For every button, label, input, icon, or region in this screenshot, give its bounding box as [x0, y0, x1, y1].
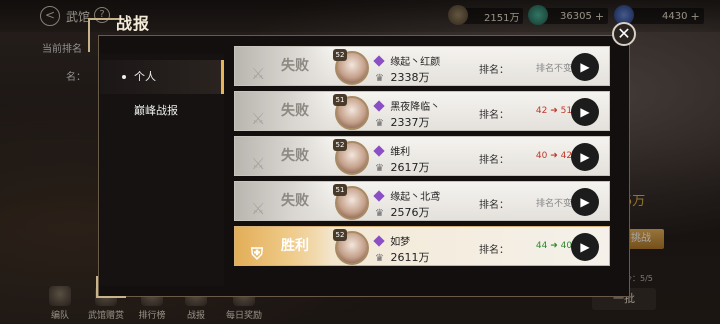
rank-arrow-icon: ➜ — [550, 241, 561, 251]
power-icon: ♛ — [375, 208, 384, 219]
level-badge: 51 — [333, 94, 347, 106]
result-label: 失败 — [281, 103, 309, 119]
report-row: ⛨ 胜利 52 如梦 ♛ 2611万 排名： 44 ➜ 40 ▶ — [234, 226, 610, 266]
result-label: 失败 — [281, 193, 309, 209]
result-badge: ⚔ 失败 — [235, 137, 331, 175]
player-name: 维利 — [373, 143, 411, 158]
rank-label: 排名： — [479, 155, 509, 166]
level-badge: 52 — [333, 49, 347, 61]
power-value: ♛ 2611万 — [375, 249, 429, 265]
dot-icon — [122, 75, 126, 79]
vip-gem-icon — [373, 190, 385, 202]
report-list[interactable]: ⚔ 失败 52 缘起丶红颜 ♛ 2338万 排名： 排名不变 ▶ ⚔ 失败 51 — [234, 42, 612, 286]
result-label: 失败 — [281, 148, 309, 164]
result-badge: ⚔ 失败 — [235, 47, 331, 85]
power-icon: ♛ — [375, 253, 384, 264]
level-badge: 51 — [333, 184, 347, 196]
camera-icon: ▶ — [580, 195, 590, 209]
tab-label: 个人 — [134, 70, 156, 83]
rank-label: 排名： — [479, 245, 509, 256]
replay-button[interactable]: ▶ — [571, 98, 599, 126]
rank-label: 排名： — [479, 110, 509, 121]
player-name: 缘起丶红颜 — [373, 53, 441, 68]
tab-label: 巅峰战报 — [134, 104, 178, 117]
result-badge: ⚔ 失败 — [235, 182, 331, 220]
power-text: 2337万 — [390, 116, 430, 129]
camera-icon: ▶ — [580, 105, 590, 119]
power-value: ♛ 2337万 — [375, 114, 429, 130]
result-badge: ⛨ 胜利 — [235, 227, 331, 265]
vip-gem-icon — [373, 100, 385, 112]
rank-from: 44 — [535, 241, 548, 251]
player-name-text: 如梦 — [390, 237, 411, 248]
replay-button[interactable]: ▶ — [571, 188, 599, 216]
player-name: 如梦 — [373, 233, 411, 248]
report-tabs: 个人 巅峰战报 — [100, 54, 224, 286]
tab-personal[interactable]: 个人 — [100, 60, 224, 94]
report-row: ⚔ 失败 51 黑夜降临丶 ♛ 2337万 排名： 42 ➜ 51 ▶ — [234, 91, 610, 131]
replay-button[interactable]: ▶ — [571, 143, 599, 171]
tab-peak-report[interactable]: 巅峰战报 — [100, 94, 224, 128]
power-text: 2617万 — [390, 161, 430, 174]
rank-label: 排名： — [479, 200, 509, 211]
result-label: 失败 — [281, 58, 309, 74]
camera-icon: ▶ — [580, 60, 590, 74]
power-value: ♛ 2617万 — [375, 159, 429, 175]
swords-icon: ⚔ — [251, 109, 266, 128]
shield-icon: ⛨ — [251, 244, 264, 263]
replay-button[interactable]: ▶ — [571, 53, 599, 81]
report-row: ⚔ 失败 52 缘起丶红颜 ♛ 2338万 排名： 排名不变 ▶ — [234, 46, 610, 86]
modal-title: 战报 — [116, 14, 151, 33]
rank-from: 排名不变 — [535, 199, 572, 209]
player-name: 缘起丶北鸢 — [373, 188, 441, 203]
power-value: ♛ 2576万 — [375, 204, 429, 220]
swords-icon: ⚔ — [251, 199, 266, 218]
close-button[interactable]: ✕ — [612, 22, 636, 46]
player-name-text: 维利 — [390, 147, 411, 158]
power-text: 2611万 — [390, 251, 430, 264]
camera-icon: ▶ — [580, 240, 590, 254]
player-name: 黑夜降临丶 — [373, 98, 441, 113]
report-row: ⚔ 失败 51 缘起丶北鸢 ♛ 2576万 排名： 排名不变 ▶ — [234, 181, 610, 221]
power-text: 2576万 — [390, 206, 430, 219]
player-name-text: 缘起丶北鸢 — [390, 192, 441, 203]
rank-from: 排名不变 — [535, 64, 572, 74]
report-row: ⚔ 失败 52 维利 ♛ 2617万 排名： 40 ➜ 42 ▶ — [234, 136, 610, 176]
power-icon: ♛ — [375, 163, 384, 174]
rank-label: 排名： — [479, 65, 509, 76]
rank-arrow-icon: ➜ — [550, 106, 561, 116]
rank-arrow-icon: ➜ — [550, 151, 561, 161]
level-badge: 52 — [333, 229, 347, 241]
rank-from: 40 — [535, 151, 548, 161]
power-value: ♛ 2338万 — [375, 69, 429, 85]
rank-from: 42 — [535, 106, 548, 116]
player-name-text: 黑夜降临丶 — [390, 102, 441, 113]
camera-icon: ▶ — [580, 150, 590, 164]
vip-gem-icon — [373, 235, 385, 247]
level-badge: 52 — [333, 139, 347, 151]
vip-gem-icon — [373, 145, 385, 157]
result-badge: ⚔ 失败 — [235, 92, 331, 130]
close-icon: ✕ — [617, 24, 631, 43]
player-name-text: 缘起丶红颜 — [390, 57, 441, 68]
power-icon: ♛ — [375, 118, 384, 129]
replay-button[interactable]: ▶ — [571, 233, 599, 261]
power-text: 2338万 — [390, 71, 430, 84]
result-label: 胜利 — [281, 238, 309, 254]
power-icon: ♛ — [375, 73, 384, 84]
swords-icon: ⚔ — [251, 154, 266, 173]
vip-gem-icon — [373, 55, 385, 67]
swords-icon: ⚔ — [251, 64, 266, 83]
